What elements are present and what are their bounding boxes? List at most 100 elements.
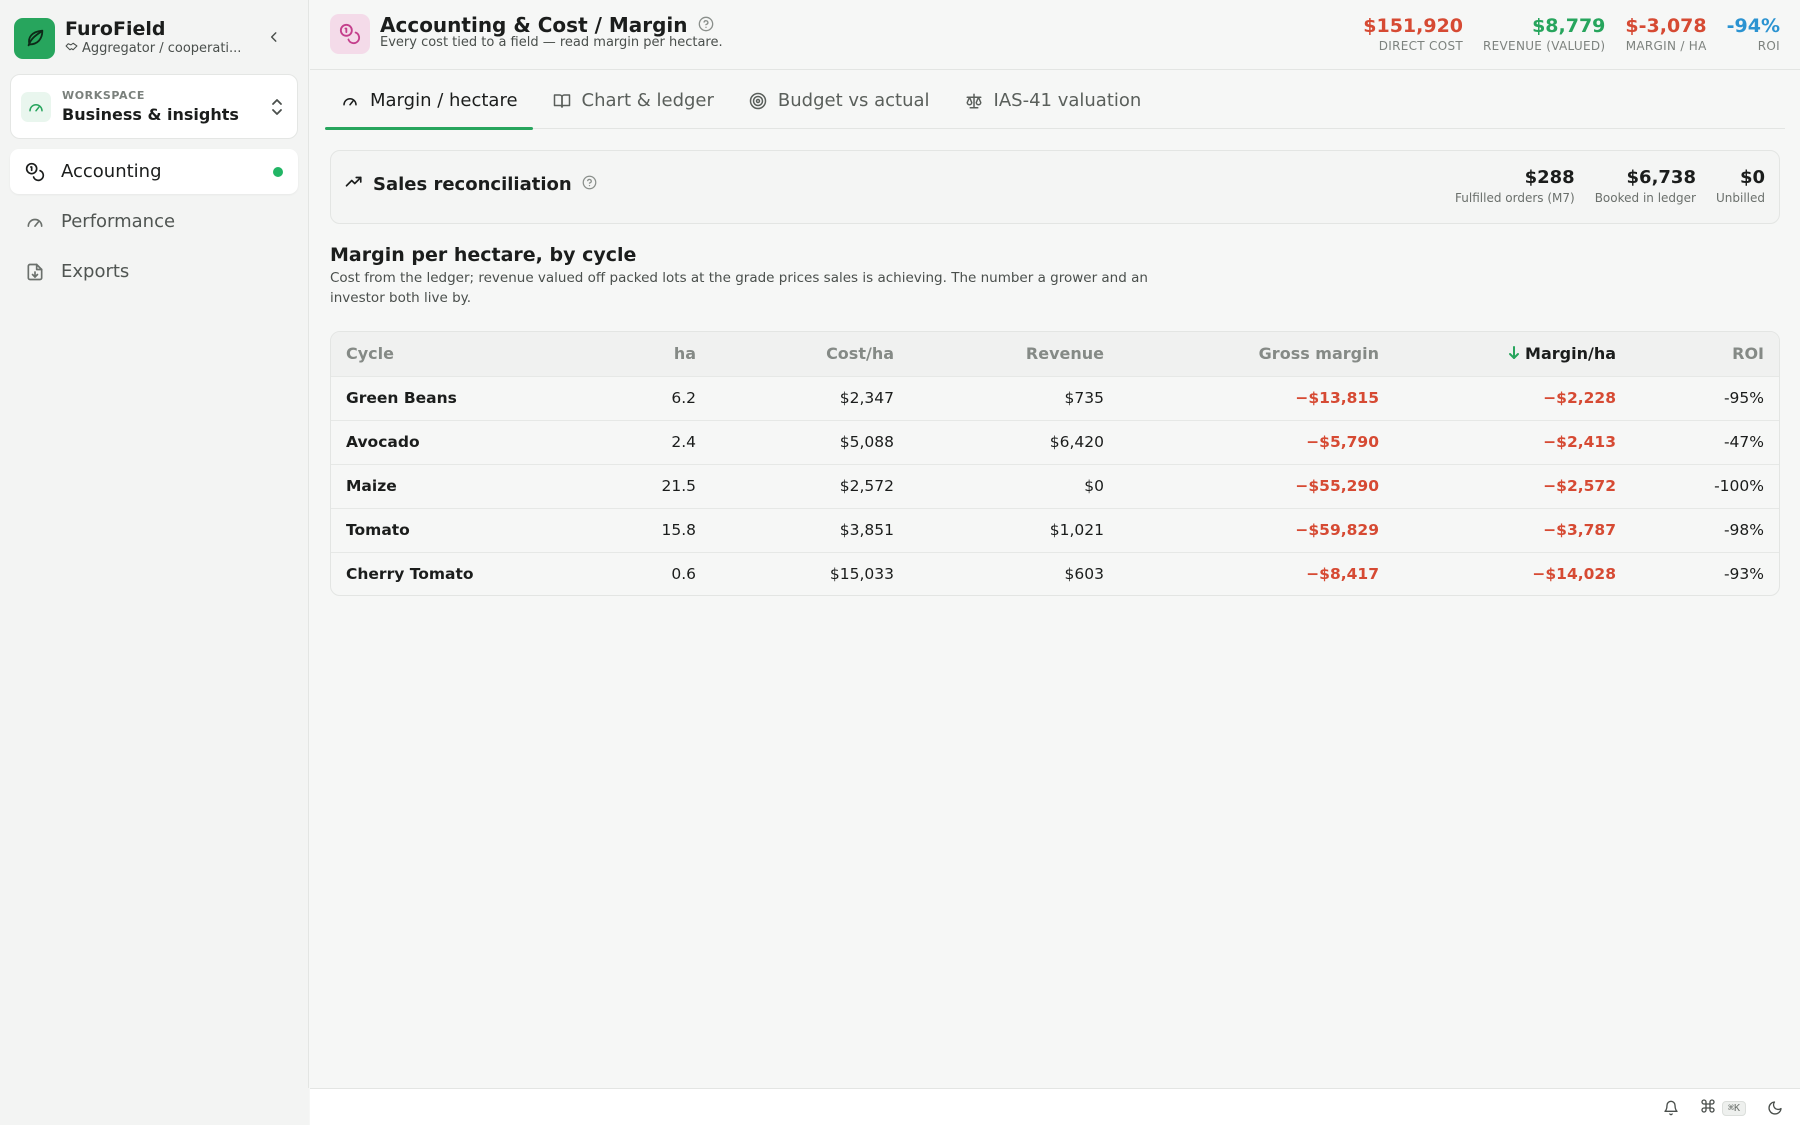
book-icon: [552, 91, 572, 111]
column-header-roi[interactable]: ROI: [1631, 332, 1779, 376]
section-title: Margin per hectare, by cycle: [330, 244, 637, 266]
kpi-margin-per-ha: $-3,078 MARGIN / HA: [1625, 14, 1706, 54]
brand-subtitle-text: Aggregator / cooperati...: [82, 41, 242, 56]
column-header-revenue[interactable]: Revenue: [909, 332, 1119, 376]
tab-label: Chart & ledger: [581, 90, 714, 111]
moon-icon[interactable]: [1764, 1097, 1786, 1119]
column-header-cost-ha[interactable]: Cost/ha: [711, 332, 909, 376]
cell-cost-ha: $5,088: [839, 433, 894, 451]
table-row[interactable]: Maize 21.5 $2,572 $0 −$55,290 −$2,572 -1…: [331, 464, 1779, 508]
column-header-margin-ha[interactable]: Margin/ha: [1394, 332, 1631, 376]
cell-revenue: $1,021: [1049, 521, 1104, 539]
kpi-value: -94%: [1726, 15, 1780, 37]
coins-icon: [24, 161, 46, 183]
cell-margin-ha: −$3,787: [1543, 521, 1616, 539]
table-row[interactable]: Avocado 2.4 $5,088 $6,420 −$5,790 −$2,41…: [331, 420, 1779, 464]
brand-name: FuroField: [65, 17, 166, 40]
cell-cost-ha: $2,572: [839, 477, 894, 495]
table-row[interactable]: Cherry Tomato 0.6 $15,033 $603 −$8,417 −…: [331, 552, 1779, 595]
cell-margin-ha: −$14,028: [1532, 565, 1616, 584]
sidebar-footer: [0, 1088, 309, 1125]
column-header-label: Margin/ha: [1525, 343, 1616, 363]
workspace-switcher[interactable]: WORKSPACE Business & insights: [10, 74, 298, 139]
cell-revenue: $6,420: [1049, 433, 1104, 451]
kpi-label: REVENUE (VALUED): [1483, 39, 1606, 53]
stat-unbilled: $0 Unbilled: [1716, 167, 1765, 207]
stat-booked-in-ledger: $6,738 Booked in ledger: [1595, 167, 1696, 207]
cell-roi: -100%: [1714, 477, 1764, 495]
tab-budget-vs-actual[interactable]: Budget vs actual: [733, 72, 945, 129]
cell-roi: -93%: [1723, 565, 1764, 584]
command-palette-button[interactable]: ⌘K: [1700, 1097, 1746, 1119]
table-header-row: Cycle ha Cost/ha Revenue Gross margin Ma…: [331, 332, 1779, 376]
handshake-icon: [65, 40, 78, 59]
sidebar-item-label: Accounting: [61, 161, 162, 182]
section-description: Cost from the ledger; revenue valued off…: [330, 270, 1148, 306]
cell-gross-margin: −$55,290: [1295, 477, 1379, 495]
workspace-name: Business & insights: [62, 104, 239, 124]
sales-reconciliation-title-text: Sales reconciliation: [373, 174, 572, 195]
table-row[interactable]: Tomato 15.8 $3,851 $1,021 −$59,829 −$3,7…: [331, 508, 1779, 552]
column-header-ha[interactable]: ha: [591, 332, 711, 376]
cell-cycle: Tomato: [346, 521, 410, 539]
chevrons-up-down-icon: [267, 95, 287, 119]
target-icon: [748, 91, 768, 111]
cell-cost-ha: $3,851: [839, 521, 894, 539]
cell-roi: -47%: [1723, 433, 1764, 451]
tab-chart-ledger[interactable]: Chart & ledger: [537, 72, 729, 129]
cell-gross-margin: −$13,815: [1295, 389, 1379, 407]
kpi-label: DIRECT COST: [1378, 39, 1464, 53]
tab-label: Budget vs actual: [777, 90, 930, 111]
sales-reconciliation-title: Sales reconciliation: [345, 173, 597, 196]
column-header-gross-margin[interactable]: Gross margin: [1119, 332, 1394, 376]
cell-margin-ha: −$2,413: [1543, 433, 1616, 451]
cell-margin-ha: −$2,572: [1543, 477, 1616, 495]
help-icon[interactable]: [582, 174, 597, 195]
trending-up-icon: [345, 173, 363, 196]
kpi-roi: -94% ROI: [1727, 14, 1780, 54]
cell-cost-ha: $15,033: [829, 565, 894, 584]
cell-revenue: $735: [1064, 389, 1104, 407]
page-subtitle: Every cost tied to a field — read margin…: [380, 35, 723, 50]
stat-label: Unbilled: [1715, 191, 1765, 205]
sidebar-item-performance[interactable]: Performance: [10, 199, 298, 244]
tab-label: IAS-41 valuation: [993, 90, 1142, 111]
cell-margin-ha: −$2,228: [1543, 389, 1616, 407]
cell-revenue: $603: [1064, 565, 1104, 584]
cell-gross-margin: −$5,790: [1306, 433, 1379, 451]
active-indicator-dot: [273, 167, 283, 177]
cell-roi: -95%: [1723, 389, 1764, 407]
cell-gross-margin: −$8,417: [1306, 565, 1379, 584]
stat-fulfilled-orders: $288 Fulfilled orders (M7): [1455, 167, 1575, 207]
bell-icon[interactable]: [1660, 1097, 1682, 1119]
sidebar-nav: Accounting Performance Exports: [10, 149, 298, 299]
cell-ha: 2.4: [671, 433, 696, 451]
kpi-direct-cost: $151,920 DIRECT COST: [1363, 14, 1463, 54]
workspace-label: WORKSPACE: [62, 88, 145, 102]
file-download-icon: [24, 261, 46, 283]
tab-margin-hectare[interactable]: Margin / hectare: [325, 72, 533, 130]
kpi-label: ROI: [1757, 39, 1780, 53]
stat-value: $6,738: [1626, 167, 1696, 188]
sidebar-item-accounting[interactable]: Accounting: [10, 149, 298, 194]
command-icon: [1700, 1098, 1716, 1118]
sidebar-item-exports[interactable]: Exports: [10, 249, 298, 294]
cell-cost-ha: $2,347: [839, 389, 894, 407]
cell-ha: 6.2: [671, 389, 696, 407]
stat-value: $288: [1524, 167, 1575, 188]
column-header-cycle[interactable]: Cycle: [331, 332, 591, 376]
cell-cycle: Green Beans: [346, 389, 457, 407]
kpi-value: $151,920: [1363, 15, 1464, 37]
kpi-value: $-3,078: [1625, 15, 1707, 37]
gauge-icon: [21, 91, 51, 122]
table-row[interactable]: Green Beans 6.2 $2,347 $735 −$13,815 −$2…: [331, 376, 1779, 420]
collapse-sidebar-button[interactable]: [262, 26, 286, 50]
brand-subtitle: Aggregator / cooperati...: [65, 40, 255, 59]
tab-bar: Margin / hectare Chart & ledger Budget v…: [325, 72, 1785, 130]
tab-label: Margin / hectare: [370, 90, 518, 111]
leaf-logo-icon: [14, 17, 55, 59]
cell-revenue: $0: [1084, 477, 1104, 495]
tab-ias41-valuation[interactable]: IAS-41 valuation: [949, 72, 1157, 129]
stat-value: $0: [1739, 167, 1765, 188]
cell-ha: 15.8: [661, 521, 696, 539]
